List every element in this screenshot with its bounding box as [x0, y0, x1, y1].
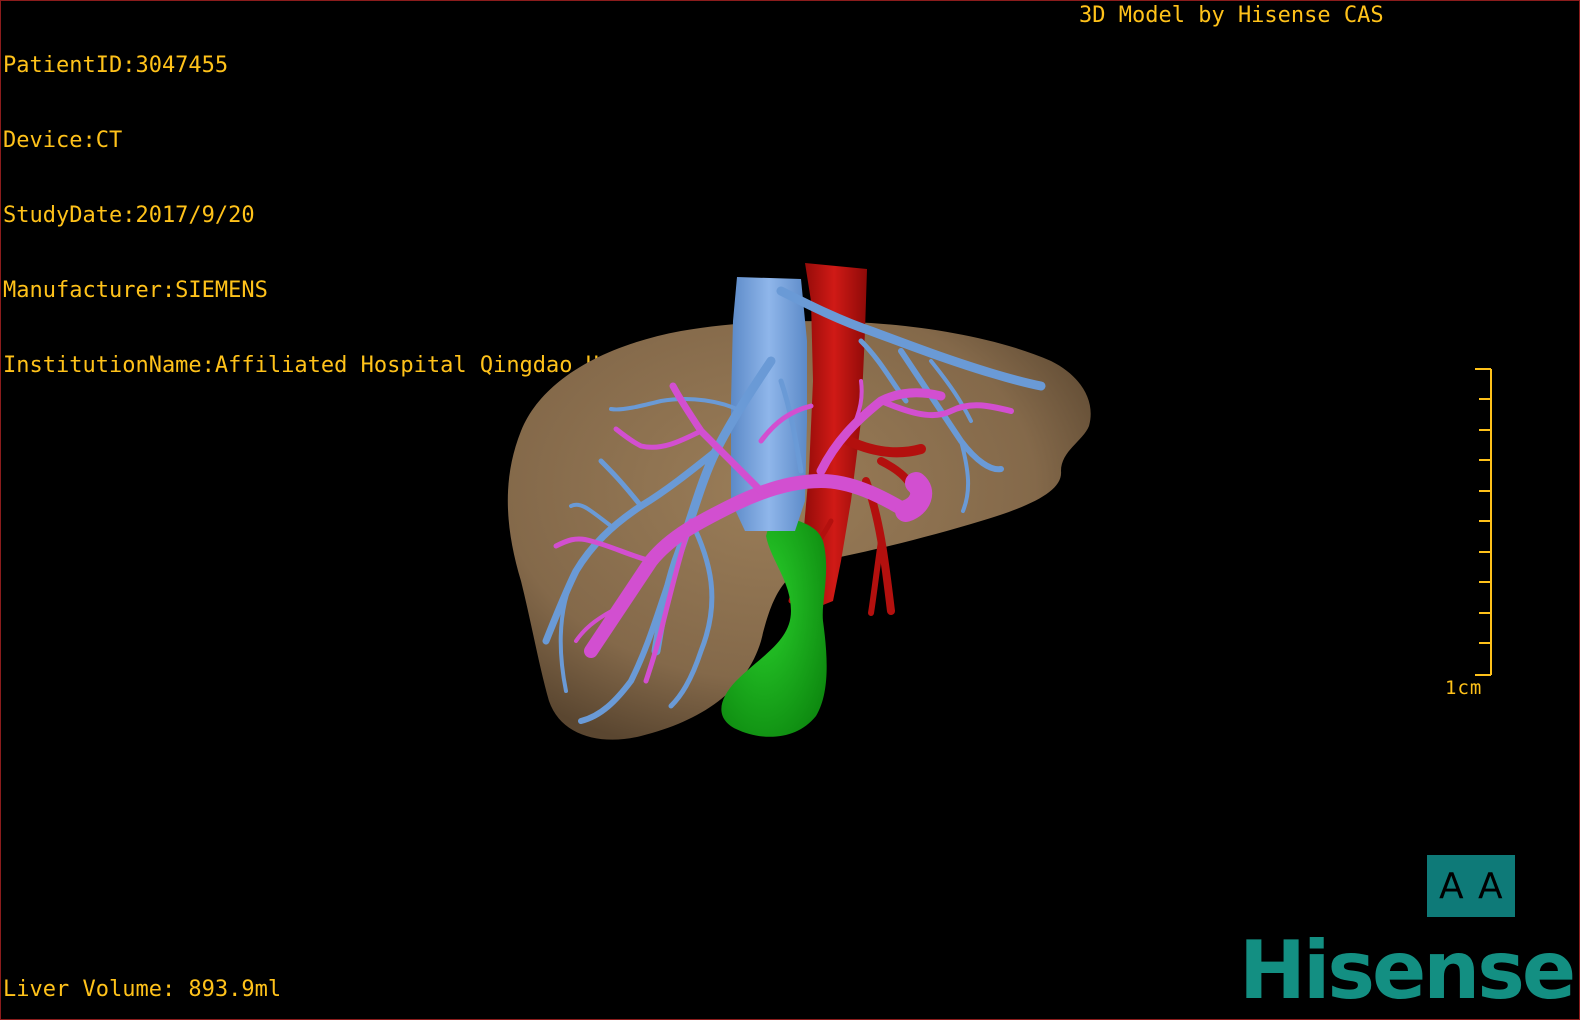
3d-viewport[interactable]: PatientID:3047455 Device:CT StudyDate:20…	[0, 0, 1580, 1020]
hisense-logo: Hisense	[1239, 924, 1576, 1017]
liver-3d-model[interactable]	[1, 1, 1579, 1019]
orientation-glyph-right: A	[1478, 865, 1503, 907]
scale-bar	[1475, 368, 1492, 676]
orientation-glyph-left: A	[1439, 865, 1464, 907]
scale-label: 1cm	[1445, 677, 1483, 699]
orientation-cube[interactable]: A A	[1427, 855, 1515, 917]
liver-volume-text: Liver Volume: 893.9ml	[3, 977, 282, 1002]
